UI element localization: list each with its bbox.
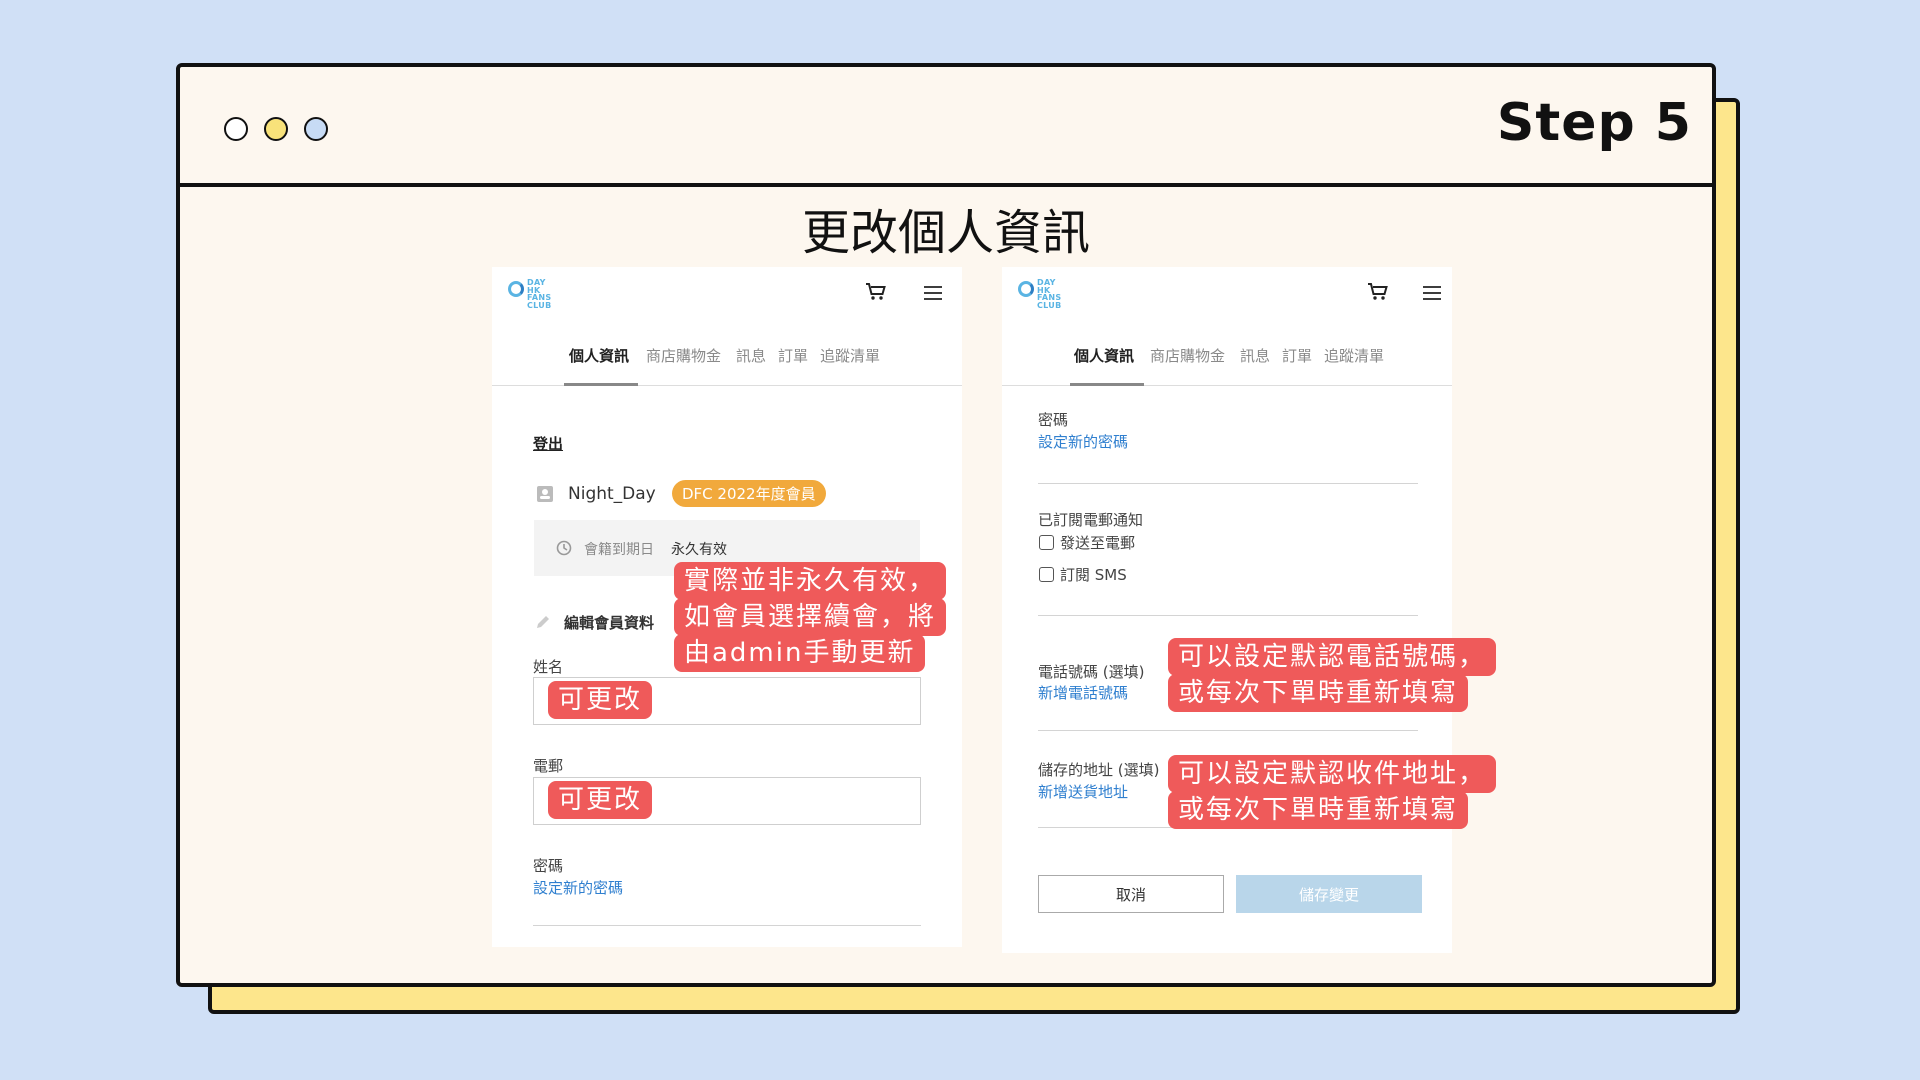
add-address-link[interactable]: 新增送貨地址 [1038,781,1128,802]
account-tabs-right: 個人資訊 商店購物金 訊息 訂單 追蹤清單 [1002,345,1452,386]
logo-text: DAY HK FANS CLUB [1037,278,1062,310]
site-logo[interactable]: DAY HK FANS CLUB [508,279,551,309]
logo-ring-icon [1018,281,1034,297]
window-titlebar: Step 5 [180,67,1712,187]
subscribe-title: 已訂閱電郵通知 [1038,511,1144,529]
active-tab-indicator [1070,383,1144,386]
save-changes-button[interactable]: 儲存變更 [1236,875,1422,913]
pencil-icon [537,616,549,628]
logo-ring-icon [508,281,524,297]
window-dot-white [224,117,248,141]
email-editable-callout: 可更改 [548,781,653,819]
divider-2 [1038,615,1418,616]
cart-icon[interactable] [1366,281,1390,303]
name-label: 姓名 [533,658,564,676]
step-label: Step 5 [1496,93,1692,153]
tab-orders[interactable]: 訂單 [778,345,808,366]
sms-subscribe-checkbox[interactable] [1039,567,1054,582]
page-heading: 更改個人資訊 [801,205,1090,261]
member-card-icon [537,486,553,502]
cart-icon[interactable] [864,281,888,303]
expiry-label: 會籍到期日 [584,542,654,558]
set-password-link[interactable]: 設定新的密碼 [1038,431,1128,452]
tab-profile[interactable]: 個人資訊 [569,345,629,366]
logo-text: DAY HK FANS CLUB [527,278,552,310]
username: Night_Day [568,484,656,504]
address-label: 儲存的地址 (選填) [1038,761,1160,779]
phone-note-callout: 可以設定默認電話號碼， 或每次下單時重新填寫 [1168,638,1497,712]
name-editable-callout: 可更改 [548,681,653,719]
tab-store-credit[interactable]: 商店購物金 [1150,345,1225,366]
clock-icon [556,540,572,556]
edit-profile-title: 編輯會員資料 [564,614,655,632]
browser-window: Step 5 更改個人資訊 DAY HK FANS CLUB 個人資訊 商店購物金 訊… [176,63,1716,987]
hamburger-menu-icon[interactable] [1422,285,1442,301]
cancel-button[interactable]: 取消 [1038,875,1224,913]
right-screen: DAY HK FANS CLUB 個人資訊 商店購物金 訊息 訂單 追蹤清單 密碼 設… [1002,267,1452,953]
tab-wishlist[interactable]: 追蹤清單 [820,345,880,366]
tab-wishlist[interactable]: 追蹤清單 [1324,345,1384,366]
divider-3 [1038,730,1418,731]
email-subscribe-checkbox[interactable] [1039,535,1054,550]
hamburger-menu-icon[interactable] [923,285,943,301]
add-phone-link[interactable]: 新增電話號碼 [1038,682,1128,703]
sms-subscribe-label: 訂閱 SMS [1060,566,1127,584]
window-dot-blue [304,117,328,141]
tab-store-credit[interactable]: 商店購物金 [646,345,721,366]
password-label: 密碼 [1038,411,1069,429]
window-dot-yellow [264,117,288,141]
password-label: 密碼 [533,857,564,875]
member-badge: DFC 2022年度會員 [672,480,826,507]
active-tab-indicator [564,383,638,386]
address-note-callout: 可以設定默認收件地址， 或每次下單時重新填寫 [1168,755,1497,829]
expiry-note-callout: 實際並非永久有效， 如會員選擇續會，將 由admin手動更新 [674,562,947,672]
site-logo-right[interactable]: DAY HK FANS CLUB [1018,279,1061,309]
expiry-value: 永久有效 [671,542,727,558]
account-tabs: 個人資訊 商店購物金 訊息 訂單 追蹤清單 [492,345,962,386]
tab-orders[interactable]: 訂單 [1282,345,1312,366]
logout-link[interactable]: 登出 [533,433,563,454]
divider-1 [1038,483,1418,484]
tab-messages[interactable]: 訊息 [736,345,766,366]
tab-profile[interactable]: 個人資訊 [1074,345,1134,366]
email-label: 電郵 [533,757,564,775]
tab-messages[interactable]: 訊息 [1240,345,1270,366]
left-divider [533,925,921,926]
set-password-link[interactable]: 設定新的密碼 [533,877,623,898]
email-subscribe-label: 發送至電郵 [1060,534,1136,552]
phone-label: 電話號碼 (選填) [1038,663,1145,681]
